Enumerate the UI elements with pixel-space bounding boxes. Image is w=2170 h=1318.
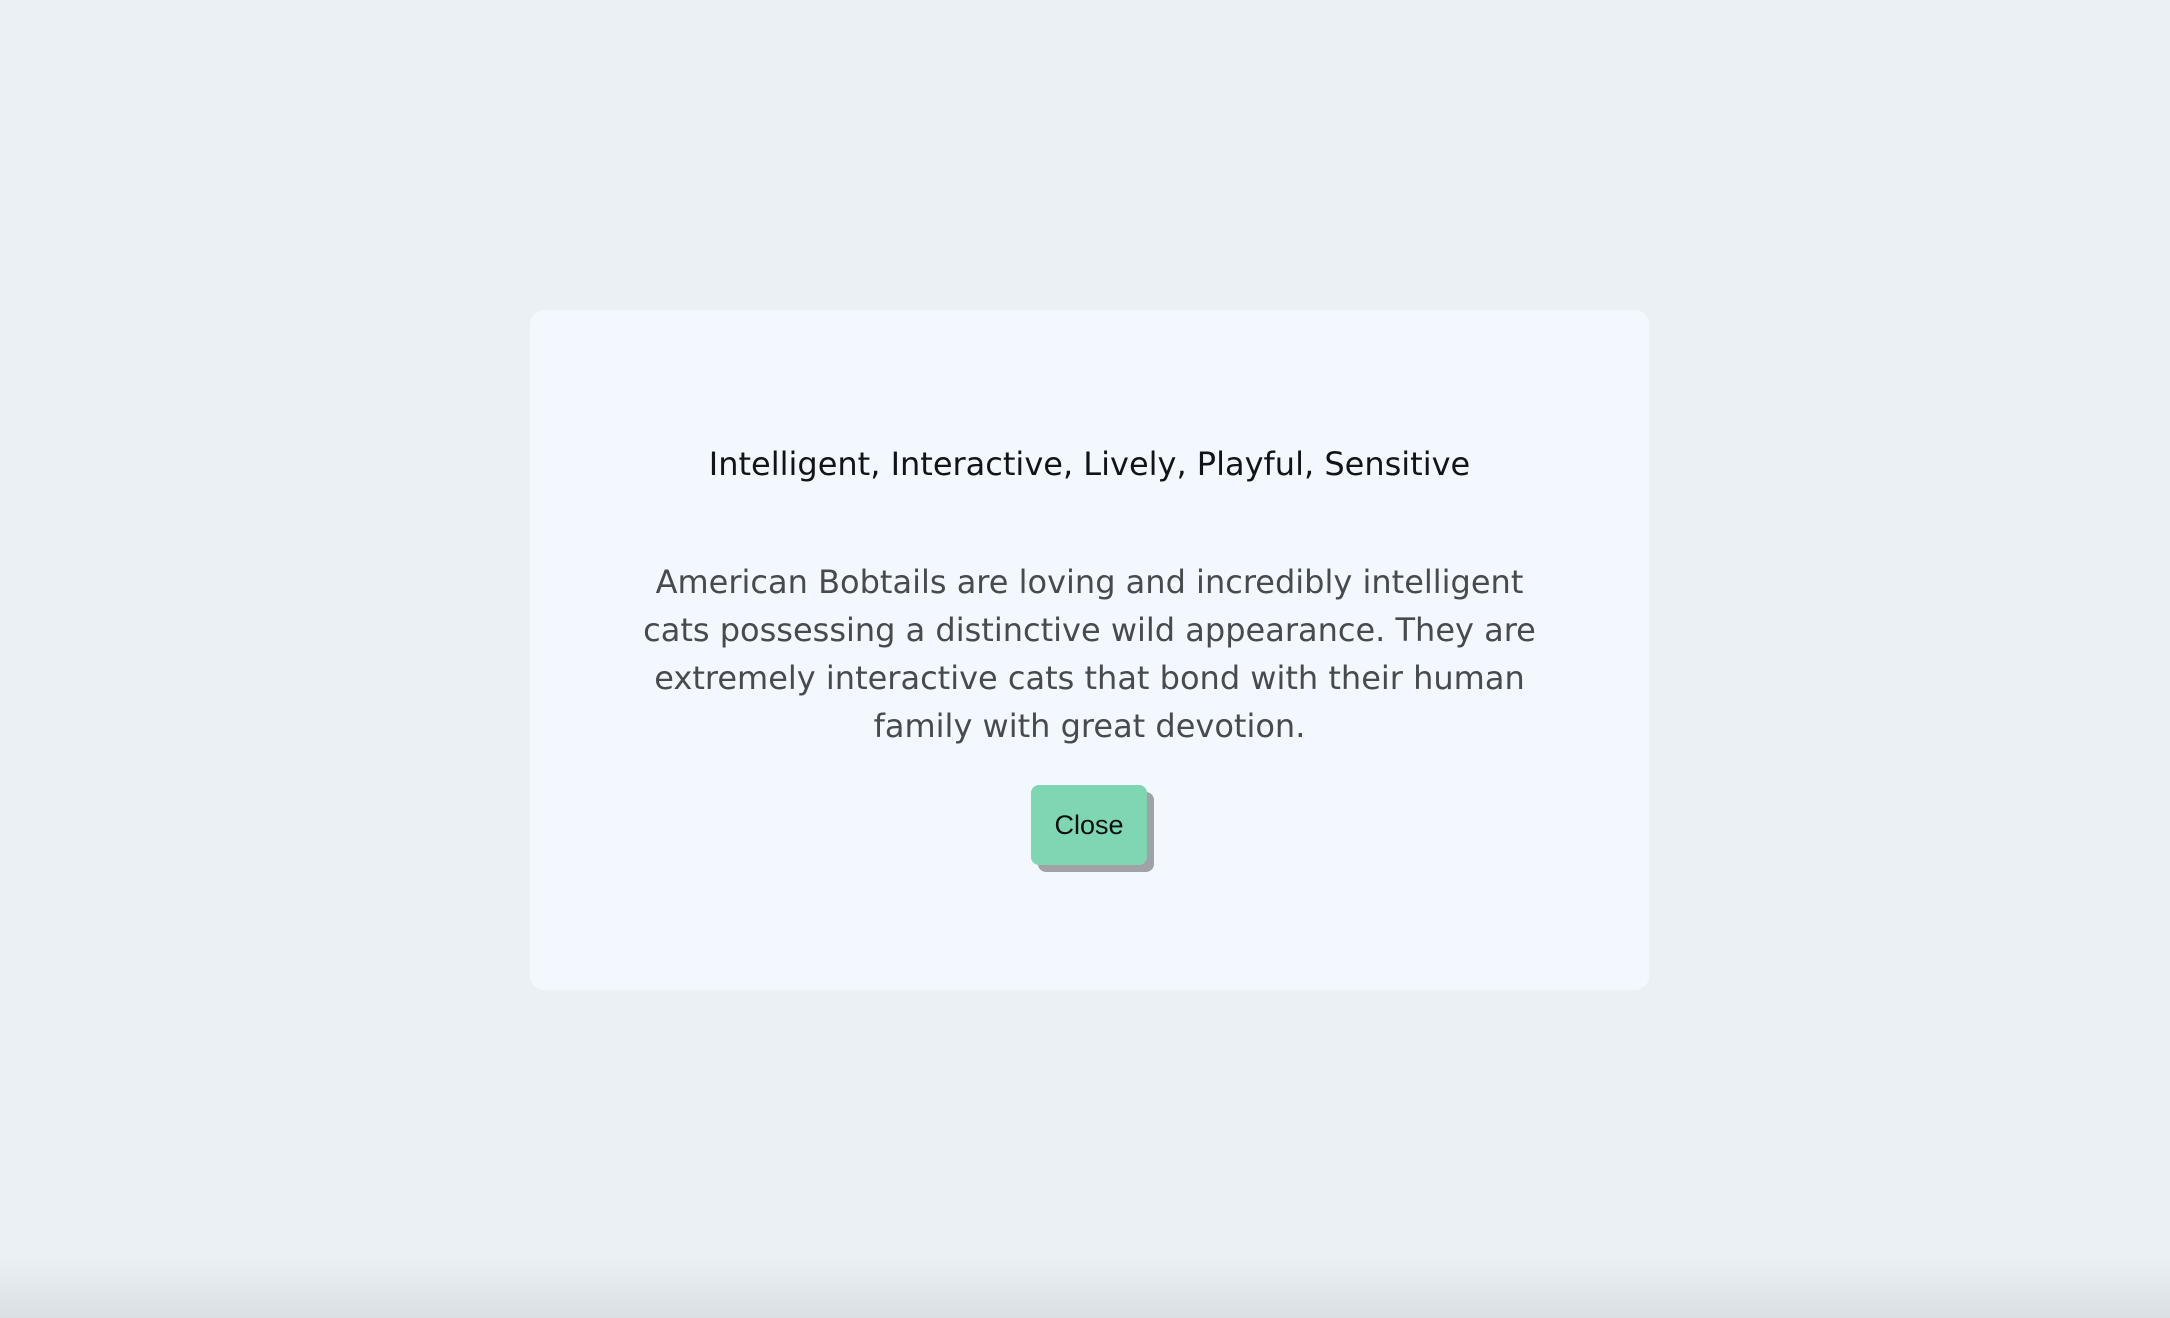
modal-dialog: Intelligent, Interactive, Lively, Playfu… bbox=[530, 310, 1649, 990]
modal-title: Intelligent, Interactive, Lively, Playfu… bbox=[708, 445, 1471, 483]
modal-description: American Bobtails are loving and incredi… bbox=[643, 563, 1536, 745]
close-button[interactable]: Close bbox=[1031, 785, 1147, 865]
bottom-shade bbox=[0, 1258, 2170, 1318]
